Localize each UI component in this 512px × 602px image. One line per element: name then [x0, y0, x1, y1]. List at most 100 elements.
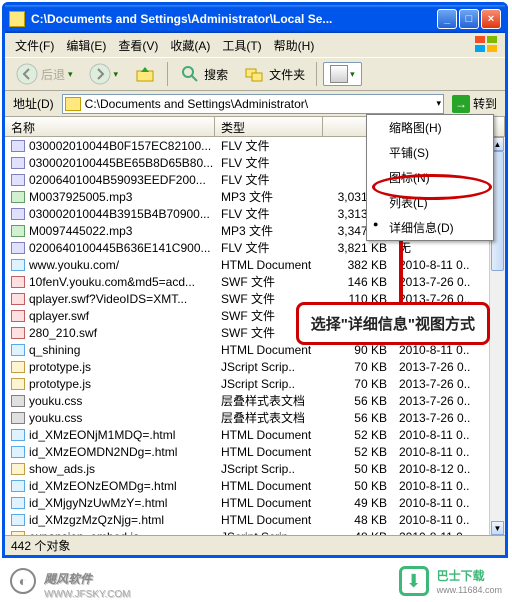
file-type: JScript Scrip.. [215, 530, 323, 536]
file-icon [11, 463, 25, 475]
up-folder-icon [134, 63, 156, 85]
titlebar[interactable]: C:\Documents and Settings\Administrator\… [5, 5, 505, 33]
search-button[interactable]: 搜索 [174, 60, 233, 88]
maximize-button[interactable]: □ [459, 9, 479, 29]
view-detail[interactable]: 详细信息(D) [367, 215, 493, 240]
separator [316, 62, 317, 86]
file-icon [11, 140, 25, 152]
chevron-down-icon[interactable]: ▾ [436, 98, 441, 109]
table-row[interactable]: prototype.jsJScript Scrip..70 KB2013-7-2… [5, 358, 505, 375]
table-row[interactable]: youku.css层叠样式表文档56 KB2013-7-26 0.. [5, 392, 505, 409]
views-icon [330, 65, 348, 83]
folders-icon [244, 63, 266, 85]
file-icon [11, 378, 25, 390]
close-button[interactable]: × [481, 9, 501, 29]
address-path: C:\Documents and Settings\Administrator\ [85, 97, 433, 111]
file-name: expansion_embed.js [29, 530, 139, 536]
views-button[interactable]: ▾ [323, 62, 362, 86]
menu-tools[interactable]: 工具(T) [216, 35, 267, 56]
go-icon: → [452, 95, 470, 113]
file-size: 3,821 KB [323, 241, 393, 255]
table-row[interactable]: id_XMzEOMDN2NDg=.htmlHTML Document52 KB2… [5, 443, 505, 460]
table-row[interactable]: expansion_embed.jsJScript Scrip..48 KB20… [5, 528, 505, 535]
file-size: 70 KB [323, 377, 393, 391]
file-name: id_XMzgzMzQzNjg=.html [29, 513, 164, 527]
table-row[interactable]: id_XMzEONjM1MDQ=.htmlHTML Document52 KB2… [5, 426, 505, 443]
table-row[interactable]: id_XMjgyNzUwMzY=.htmlHTML Document49 KB2… [5, 494, 505, 511]
file-name: prototype.js [29, 377, 91, 391]
table-row[interactable]: id_XMzEONzEOMDg=.htmlHTML Document50 KB2… [5, 477, 505, 494]
file-name: M0037925005.mp3 [29, 190, 132, 204]
file-size: 52 KB [323, 445, 393, 459]
file-icon [11, 174, 25, 186]
annotation-callout: 选择"详细信息"视图方式 [296, 302, 490, 345]
file-name: qplayer.swf [29, 309, 89, 323]
file-type: HTML Document [215, 513, 323, 527]
file-name: id_XMzEOMDN2NDg=.html [29, 445, 177, 459]
file-type: 层叠样式表文档 [215, 409, 323, 426]
file-name: qplayer.swf?VideoIDS=XMT... [29, 292, 187, 306]
scroll-down-button[interactable]: ▼ [491, 521, 504, 535]
file-size: 49 KB [323, 496, 393, 510]
file-icon [11, 429, 25, 441]
forward-button[interactable]: ▾ [84, 60, 124, 88]
menu-help[interactable]: 帮助(H) [268, 35, 321, 56]
file-size: 48 KB [323, 513, 393, 527]
minimize-button[interactable]: _ [437, 9, 457, 29]
file-name: youku.css [29, 394, 82, 408]
file-name: 02006401004B59093EEDF200... [29, 173, 206, 187]
table-row[interactable]: prototype.jsJScript Scrip..70 KB2013-7-2… [5, 375, 505, 392]
menubar: 文件(F) 编辑(E) 查看(V) 收藏(A) 工具(T) 帮助(H) [5, 33, 505, 57]
watermark-logo-2: ⬇ [399, 566, 429, 596]
up-button[interactable] [129, 60, 161, 88]
folder-icon [9, 11, 25, 27]
file-name: 0200640100445B636E141C900... [29, 241, 211, 255]
table-row[interactable]: www.youku.com/HTML Document382 KB2010-8-… [5, 256, 505, 273]
table-row[interactable]: id_XMzgzMzQzNjg=.htmlHTML Document48 KB2… [5, 511, 505, 528]
file-name: 10fenV.youku.com&md5=acd... [29, 275, 195, 289]
file-name: id_XMjgyNzUwMzY=.html [29, 496, 167, 510]
file-icon [11, 157, 25, 169]
file-name: q_shining [29, 343, 80, 357]
file-name: 030002010044B3915B4B70900... [29, 207, 210, 221]
file-icon [11, 446, 25, 458]
view-icon[interactable]: 图标(N) [367, 165, 493, 190]
file-icon [11, 361, 25, 373]
table-row[interactable]: 0200640100445B636E141C900... FLV 文件3,821 … [5, 239, 505, 256]
address-label: 地址(D) [9, 95, 58, 112]
file-type: FLV 文件 [215, 239, 323, 256]
file-size: 70 KB [323, 360, 393, 374]
menu-edit[interactable]: 编辑(E) [60, 35, 112, 56]
file-type: FLV 文件 [215, 205, 323, 222]
view-tile[interactable]: 平铺(S) [367, 140, 493, 165]
back-button[interactable]: 后退 ▾ [11, 60, 78, 88]
col-name[interactable]: 名称 [5, 117, 215, 136]
file-type: HTML Document [215, 428, 323, 442]
file-name: id_XMzEONzEOMDg=.html [29, 479, 177, 493]
address-input[interactable]: C:\Documents and Settings\Administrator\… [62, 94, 444, 114]
back-icon [16, 63, 38, 85]
file-type: JScript Scrip.. [215, 377, 323, 391]
folders-button[interactable]: 文件夹 [239, 60, 310, 88]
watermark-logo-1: ◐ [10, 568, 36, 594]
file-name: www.youku.com/ [29, 258, 119, 272]
search-icon [179, 63, 201, 85]
view-thumb[interactable]: 缩略图(H) [367, 115, 493, 140]
table-row[interactable]: show_ads.jsJScript Scrip..50 KB2010-8-12… [5, 460, 505, 477]
table-row[interactable]: youku.css层叠样式表文档56 KB2013-7-26 0.. [5, 409, 505, 426]
file-type: 层叠样式表文档 [215, 392, 323, 409]
watermark-footer: ◐ 飓风软件 WWW.JFSKY.COM ⬇ 巴士下载 www.11684.co… [0, 560, 512, 602]
view-list[interactable]: 列表(L) [367, 190, 493, 215]
file-name: id_XMzEONjM1MDQ=.html [29, 428, 175, 442]
file-type: HTML Document [215, 258, 323, 272]
table-row[interactable]: 10fenV.youku.com&md5=acd...SWF 文件146 KB2… [5, 273, 505, 290]
go-button[interactable]: → 转到 [448, 94, 501, 114]
menu-file[interactable]: 文件(F) [9, 35, 60, 56]
file-size: 50 KB [323, 479, 393, 493]
menu-view[interactable]: 查看(V) [112, 35, 164, 56]
forward-icon [89, 63, 111, 85]
views-menu: 缩略图(H) 平铺(S) 图标(N) 列表(L) 详细信息(D) [366, 114, 494, 241]
file-name: 030002010044B0F157EC82100... [29, 139, 211, 153]
col-type[interactable]: 类型 [215, 117, 323, 136]
menu-favorites[interactable]: 收藏(A) [164, 35, 216, 56]
